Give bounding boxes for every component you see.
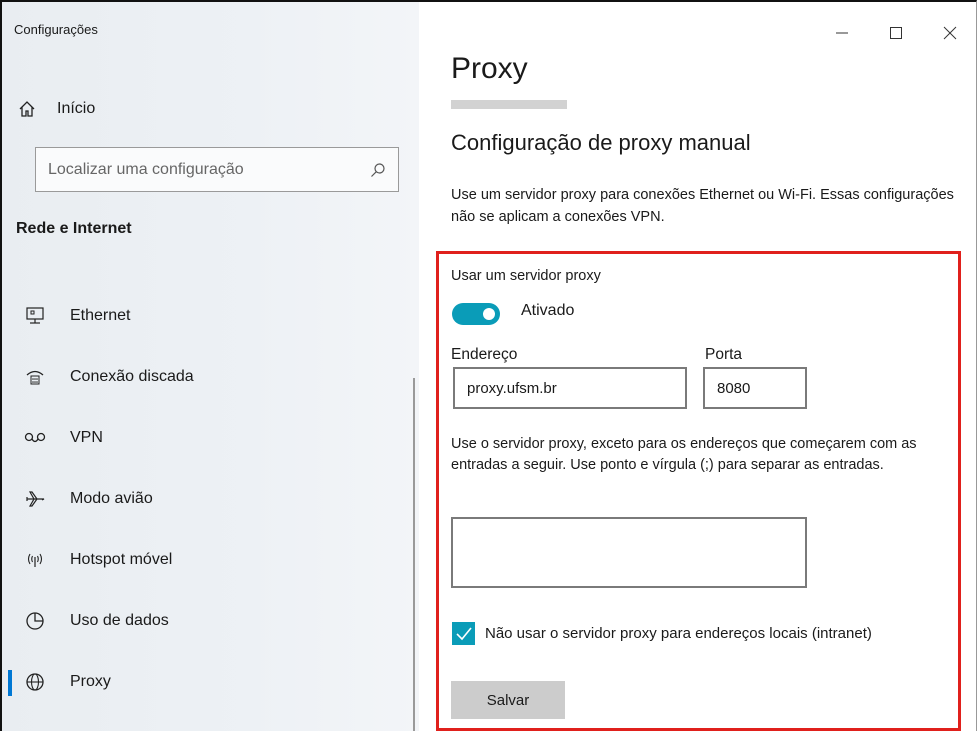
address-label: Endereço (451, 346, 518, 363)
home-label: Início (57, 100, 96, 117)
minimize-icon (836, 32, 848, 34)
sidebar-item-proxy[interactable]: Proxy (2, 651, 417, 712)
sidebar-item-label: Modo avião (70, 489, 153, 507)
local-bypass-checkbox[interactable] (452, 622, 475, 645)
section-subtitle: Configuração de proxy manual (451, 130, 751, 155)
close-button[interactable] (933, 20, 967, 46)
globe-icon (24, 671, 46, 693)
search-input[interactable]: Localizar uma configuração (48, 161, 370, 179)
sidebar-item-vpn[interactable]: VPN (2, 407, 417, 468)
sidebar-item-dialup[interactable]: Conexão discada (2, 346, 417, 407)
exceptions-input[interactable] (451, 517, 807, 588)
airplane-icon (24, 488, 46, 510)
highlight-box (436, 251, 961, 731)
use-proxy-label: Usar um servidor proxy (451, 268, 601, 284)
use-proxy-toggle[interactable] (452, 303, 500, 325)
sidebar-item-label: VPN (70, 428, 103, 446)
sidebar-item-data-usage[interactable]: Uso de dados (2, 590, 417, 651)
port-input[interactable]: 8080 (703, 367, 807, 409)
sidebar-item-label: Hotspot móvel (70, 550, 173, 568)
ethernet-icon (24, 305, 46, 327)
sidebar-item-hotspot[interactable]: Hotspot móvel (2, 529, 417, 590)
main-panel: Proxy Configuração de proxy manual Use u… (419, 2, 975, 731)
sidebar: Configurações Início Localizar uma confi… (2, 2, 419, 731)
checkmark-icon (455, 626, 472, 640)
title-underline (451, 100, 567, 109)
sidebar-item-airplane[interactable]: Modo avião (2, 468, 417, 529)
sidebar-scrollbar[interactable] (413, 378, 415, 731)
page-title: Proxy (451, 52, 528, 85)
section-description: Use um servidor proxy para conexões Ethe… (451, 187, 954, 225)
dialup-icon (24, 366, 46, 388)
hotspot-icon (24, 549, 46, 571)
close-icon (943, 26, 957, 40)
local-bypass-row[interactable]: Não usar o servidor proxy para endereços… (452, 622, 872, 645)
maximize-icon (890, 27, 902, 39)
port-label: Porta (705, 346, 743, 363)
save-button[interactable]: Salvar (451, 681, 565, 719)
local-bypass-label: Não usar o servidor proxy para endereços… (485, 625, 872, 642)
sidebar-item-label: Ethernet (70, 306, 131, 324)
address-input[interactable]: proxy.ufsm.br (453, 367, 687, 409)
maximize-button[interactable] (879, 20, 913, 46)
toggle-knob (483, 308, 495, 320)
minimize-button[interactable] (825, 20, 859, 46)
data-usage-icon (24, 610, 46, 632)
home-icon (19, 101, 35, 117)
app-title: Configurações (14, 22, 98, 37)
sidebar-nav: Ethernet Conexão discada VPN Modo avião … (2, 285, 417, 712)
toggle-state-label: Ativado (521, 302, 575, 319)
vpn-icon (24, 427, 46, 449)
exceptions-description: Use o servidor proxy, exceto para os end… (451, 436, 917, 473)
sidebar-item-label: Conexão discada (70, 367, 194, 385)
sidebar-item-label: Proxy (70, 672, 111, 690)
sidebar-item-ethernet[interactable]: Ethernet (2, 285, 417, 346)
home-link[interactable]: Início (18, 94, 95, 124)
section-title: Rede e Internet (16, 220, 132, 237)
sidebar-item-label: Uso de dados (70, 611, 169, 629)
search-box[interactable]: Localizar uma configuração (35, 147, 399, 192)
search-icon[interactable] (370, 162, 386, 178)
